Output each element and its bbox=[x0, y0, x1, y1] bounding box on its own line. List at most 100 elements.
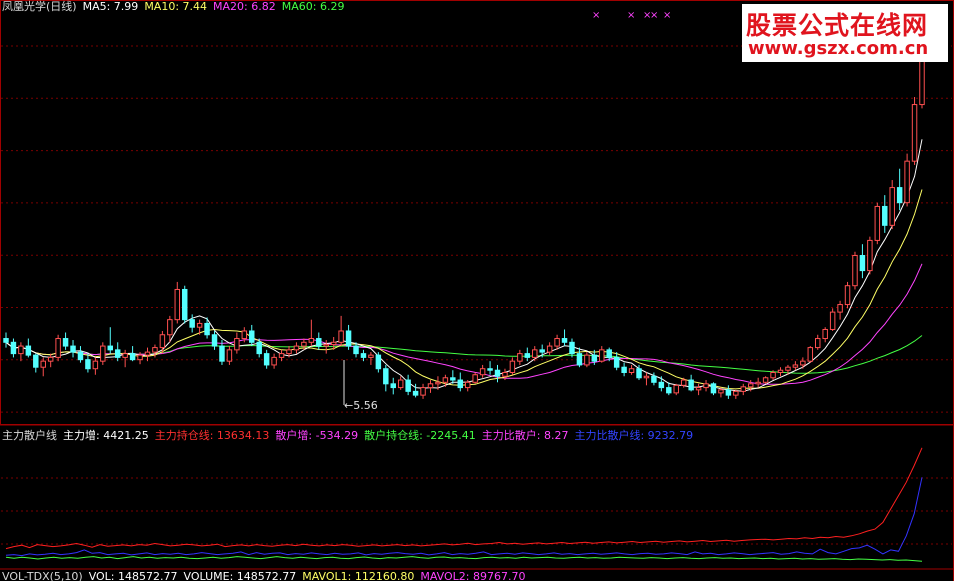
candle bbox=[368, 352, 374, 365]
candle-body bbox=[837, 304, 843, 313]
candle-body bbox=[226, 349, 233, 362]
candle bbox=[450, 370, 456, 384]
candle-body bbox=[621, 366, 627, 373]
candle-body bbox=[55, 338, 61, 358]
candle bbox=[896, 168, 903, 211]
candle-body bbox=[256, 341, 262, 355]
candle-body bbox=[740, 386, 747, 392]
candle-body bbox=[122, 353, 128, 358]
candle bbox=[621, 362, 627, 377]
candle-body bbox=[360, 353, 367, 358]
candle-body bbox=[561, 338, 568, 343]
candle bbox=[18, 342, 24, 362]
candle-body bbox=[874, 205, 881, 241]
candle bbox=[33, 353, 39, 373]
candle bbox=[733, 389, 739, 399]
candle-body bbox=[10, 341, 17, 355]
candle-body bbox=[613, 356, 620, 368]
candle-body bbox=[599, 349, 605, 362]
candle-body bbox=[450, 377, 456, 381]
chart-canvas[interactable] bbox=[0, 0, 954, 581]
candle-body bbox=[196, 322, 203, 328]
stock-title: 凤凰光学(日线) bbox=[2, 0, 77, 13]
candle bbox=[807, 346, 814, 363]
mavol2-value: MAVOL2: 89767.70 bbox=[420, 570, 526, 581]
candle bbox=[316, 332, 322, 350]
candle bbox=[383, 364, 389, 392]
candle-body bbox=[911, 104, 918, 162]
candle-body bbox=[673, 384, 679, 394]
volume-header: VOL-TDX(5,10) VOL: 148572.77 VOLUME: 14857… bbox=[2, 570, 532, 581]
candle-body bbox=[249, 330, 255, 343]
price-header: 凤凰光学(日线) MA5: 7.99 MA10: 7.44 MA20: 6.82 MA6… bbox=[2, 0, 350, 13]
candle-body bbox=[651, 375, 657, 383]
candle-body bbox=[427, 383, 434, 389]
candle bbox=[129, 346, 136, 362]
candle-body bbox=[167, 319, 173, 336]
candle bbox=[837, 300, 843, 320]
candle bbox=[524, 347, 531, 362]
candle-body bbox=[368, 354, 374, 358]
candle bbox=[740, 383, 747, 396]
candle-body bbox=[502, 371, 508, 377]
candle-body bbox=[859, 255, 866, 272]
candle-body bbox=[174, 288, 181, 321]
indicator-name: 主力散户线 bbox=[2, 429, 57, 442]
watermark-title: 股票公式在线网 bbox=[746, 11, 929, 40]
candle bbox=[852, 251, 858, 290]
low-price-label: ←5.56 bbox=[344, 399, 378, 412]
ma60-label: MA60: 6.29 bbox=[281, 0, 345, 13]
candle bbox=[695, 383, 702, 396]
candle bbox=[859, 244, 866, 279]
candle-body bbox=[85, 359, 91, 370]
candle bbox=[509, 357, 516, 375]
candle-body bbox=[487, 368, 493, 371]
candle bbox=[420, 383, 426, 399]
candle bbox=[874, 202, 881, 245]
candle-body bbox=[591, 354, 598, 362]
candle-body bbox=[263, 353, 270, 366]
candle bbox=[263, 349, 270, 369]
candle-body bbox=[77, 351, 84, 361]
candle-body bbox=[688, 379, 694, 391]
candle-body bbox=[338, 330, 344, 343]
candle-body bbox=[286, 349, 292, 355]
candle bbox=[25, 338, 32, 358]
candle bbox=[576, 347, 583, 368]
candle bbox=[584, 352, 590, 368]
candle bbox=[55, 334, 61, 362]
candle-body bbox=[301, 341, 307, 347]
indicator-header: 主力散户线 主力增: 4421.25 主力持仓线: 13634.13 散户增: -53… bbox=[2, 429, 699, 442]
candle bbox=[599, 346, 605, 363]
main-hold-line: 主力持仓线: 13634.13 bbox=[154, 429, 270, 442]
candle bbox=[777, 367, 784, 377]
candle bbox=[546, 342, 553, 356]
candle-body bbox=[576, 353, 583, 366]
candle bbox=[554, 334, 560, 350]
candle-body bbox=[107, 345, 113, 351]
candle-body bbox=[829, 311, 836, 330]
candle bbox=[412, 383, 419, 398]
candle bbox=[338, 315, 344, 347]
candle-body bbox=[33, 354, 39, 368]
candle-body bbox=[159, 334, 166, 349]
signal-marker: × bbox=[650, 10, 659, 21]
candle bbox=[882, 195, 888, 233]
candle bbox=[904, 153, 910, 207]
candle bbox=[211, 330, 218, 350]
signal-marker: × bbox=[663, 10, 672, 21]
ma10-label: MA10: 7.44 bbox=[144, 0, 208, 13]
candle-body bbox=[100, 345, 106, 362]
candle bbox=[174, 281, 181, 324]
candle-body bbox=[25, 345, 32, 356]
candle-body bbox=[345, 330, 352, 347]
candle bbox=[532, 346, 538, 362]
candle bbox=[494, 364, 501, 383]
indicator-line bbox=[5, 556, 923, 562]
candle-body bbox=[62, 338, 69, 347]
candle-body bbox=[807, 347, 814, 362]
candle bbox=[561, 329, 568, 347]
candle-body bbox=[129, 353, 136, 361]
candle bbox=[658, 376, 665, 392]
candle-body bbox=[457, 379, 464, 389]
